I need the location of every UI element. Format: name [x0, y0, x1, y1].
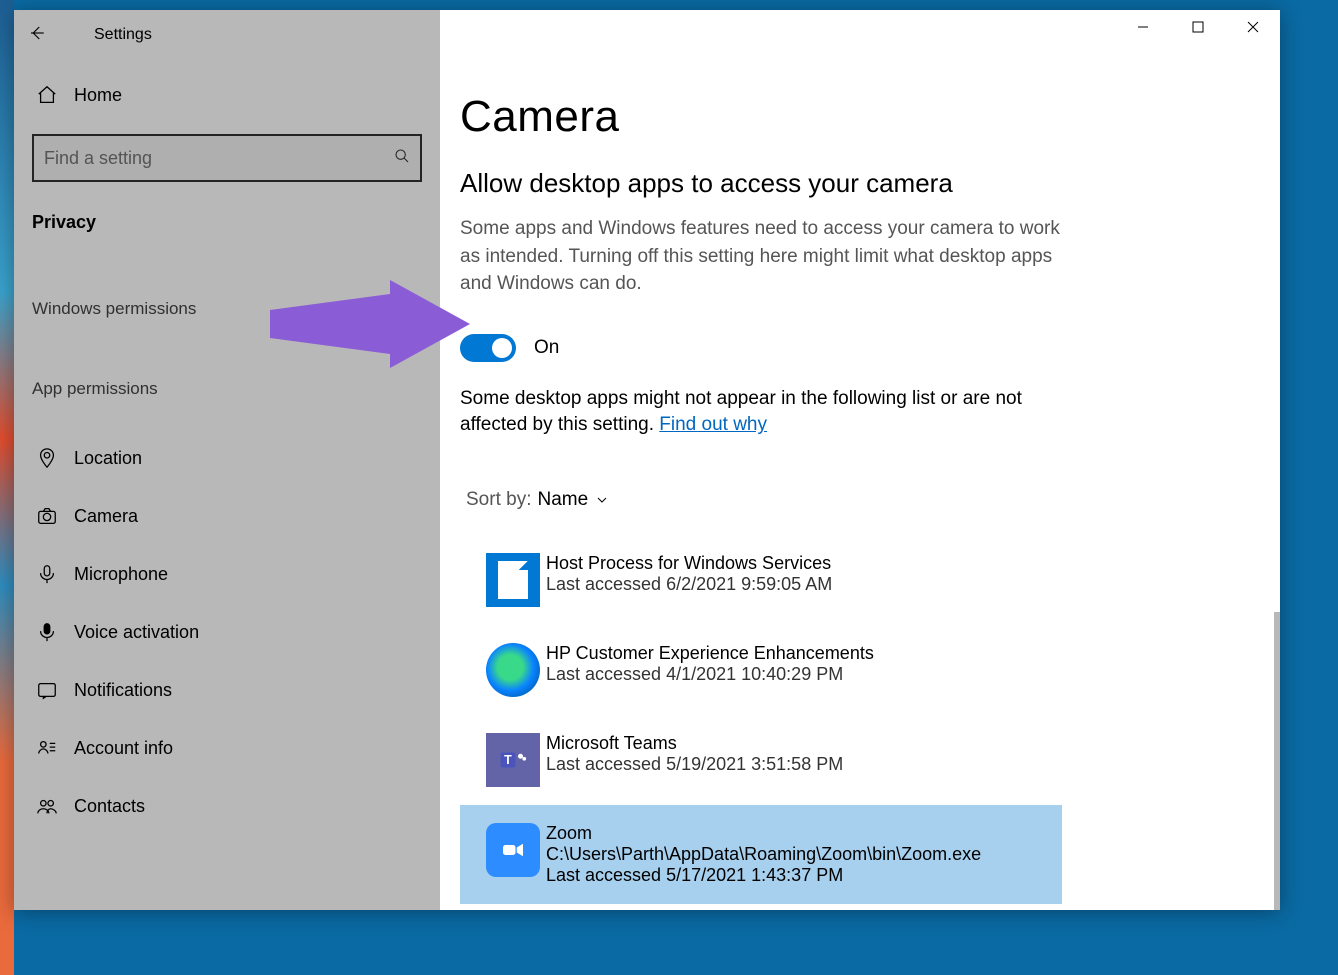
search-input[interactable] — [44, 148, 394, 169]
contacts-icon — [32, 795, 62, 817]
app-item[interactable]: ZoomC:\Users\Parth\AppData\Roaming\Zoom\… — [460, 805, 1062, 904]
scrollbar-thumb[interactable] — [1274, 612, 1280, 910]
app-name: Zoom — [546, 823, 981, 844]
minimize-icon — [1137, 21, 1149, 33]
page-title: Camera — [460, 92, 1240, 142]
app-info: ZoomC:\Users\Parth\AppData\Roaming\Zoom\… — [546, 823, 981, 886]
sidebar-item-location[interactable]: Location — [32, 429, 422, 487]
main-content: Camera Allow desktop apps to access your… — [440, 56, 1280, 910]
close-icon — [1247, 21, 1259, 33]
sidebar-item-label: Voice activation — [74, 622, 199, 643]
app-info: Microsoft TeamsLast accessed 5/19/2021 3… — [546, 733, 843, 775]
edge-icon — [486, 643, 540, 697]
minimize-button[interactable] — [1115, 10, 1170, 44]
close-button[interactable] — [1225, 10, 1280, 44]
sidebar-item-notifications[interactable]: Notifications — [32, 661, 422, 719]
voice-activation-icon — [32, 621, 62, 643]
app-item[interactable]: T Microsoft TeamsLast accessed 5/19/2021 … — [460, 715, 1062, 805]
app-info: Host Process for Windows ServicesLast ac… — [546, 553, 832, 595]
app-name: Host Process for Windows Services — [546, 553, 832, 574]
home-icon — [32, 84, 62, 106]
back-button[interactable] — [14, 10, 60, 56]
sidebar-item-label: Camera — [74, 506, 138, 527]
sidebar-home[interactable]: Home — [32, 68, 422, 122]
maximize-button[interactable] — [1170, 10, 1225, 44]
app-item[interactable]: Host Process for Windows ServicesLast ac… — [460, 535, 1062, 625]
sort-label: Sort by: — [466, 489, 531, 511]
account-info-icon — [32, 737, 62, 759]
group-app-permissions: App permissions — [32, 349, 422, 429]
section-description: Some apps and Windows features need to a… — [460, 215, 1060, 298]
notifications-icon — [32, 679, 62, 701]
zoom-icon — [486, 823, 540, 877]
camera-icon — [32, 505, 62, 527]
sidebar-item-microphone[interactable]: Microphone — [32, 545, 422, 603]
toggle-knob — [492, 338, 512, 358]
sidebar-item-voice-activation[interactable]: Voice activation — [32, 603, 422, 661]
allow-desktop-apps-toggle[interactable] — [460, 334, 516, 362]
search-icon — [394, 148, 410, 169]
app-last-accessed: Last accessed 4/1/2021 10:40:29 PM — [546, 664, 874, 685]
app-list: Host Process for Windows ServicesLast ac… — [460, 535, 1240, 904]
sidebar-home-label: Home — [74, 85, 122, 106]
app-path: C:\Users\Parth\AppData\Roaming\Zoom\bin\… — [546, 844, 981, 865]
sidebar-item-label: Location — [74, 448, 142, 469]
titlebar: Settings — [14, 10, 1280, 56]
app-last-accessed: Last accessed 5/17/2021 1:43:37 PM — [546, 865, 981, 886]
toggle-state-label: On — [534, 337, 559, 359]
doc-icon — [486, 553, 540, 607]
sidebar-category: Privacy — [32, 198, 422, 269]
sidebar-item-label: Notifications — [74, 680, 172, 701]
sort-value: Name — [537, 489, 588, 511]
sidebar-item-label: Account info — [74, 738, 173, 759]
settings-window: Settings Home — [14, 10, 1280, 910]
microphone-icon — [32, 563, 62, 585]
app-last-accessed: Last accessed 6/2/2021 9:59:05 AM — [546, 574, 832, 595]
sidebar-item-label: Microphone — [74, 564, 168, 585]
app-name: HP Customer Experience Enhancements — [546, 643, 874, 664]
teams-icon: T — [486, 733, 540, 787]
find-out-why-link[interactable]: Find out why — [659, 414, 767, 435]
app-item[interactable]: HP Customer Experience EnhancementsLast … — [460, 625, 1062, 715]
app-name: Microsoft Teams — [546, 733, 843, 754]
search-box[interactable] — [32, 134, 422, 182]
location-icon — [32, 447, 62, 469]
svg-text:T: T — [504, 753, 512, 767]
sort-control[interactable]: Sort by: Name — [466, 489, 1240, 511]
section-title: Allow desktop apps to access your camera — [460, 168, 1240, 199]
group-windows-permissions: Windows permissions — [32, 269, 422, 349]
arrow-left-icon — [28, 24, 46, 42]
desktop-background-sliver — [0, 0, 14, 975]
app-last-accessed: Last accessed 5/19/2021 3:51:58 PM — [546, 754, 843, 775]
sidebar-item-contacts[interactable]: Contacts — [32, 777, 422, 835]
app-info: HP Customer Experience EnhancementsLast … — [546, 643, 874, 685]
window-title: Settings — [60, 10, 152, 44]
sidebar-item-account-info[interactable]: Account info — [32, 719, 422, 777]
sidebar-item-camera[interactable]: Camera — [32, 487, 422, 545]
sidebar-item-label: Contacts — [74, 796, 145, 817]
sidebar: Home Privacy Windows permissions App per… — [14, 56, 440, 910]
maximize-icon — [1192, 21, 1204, 33]
chevron-down-icon — [594, 492, 610, 508]
note-text: Some desktop apps might not appear in th… — [460, 386, 1060, 439]
